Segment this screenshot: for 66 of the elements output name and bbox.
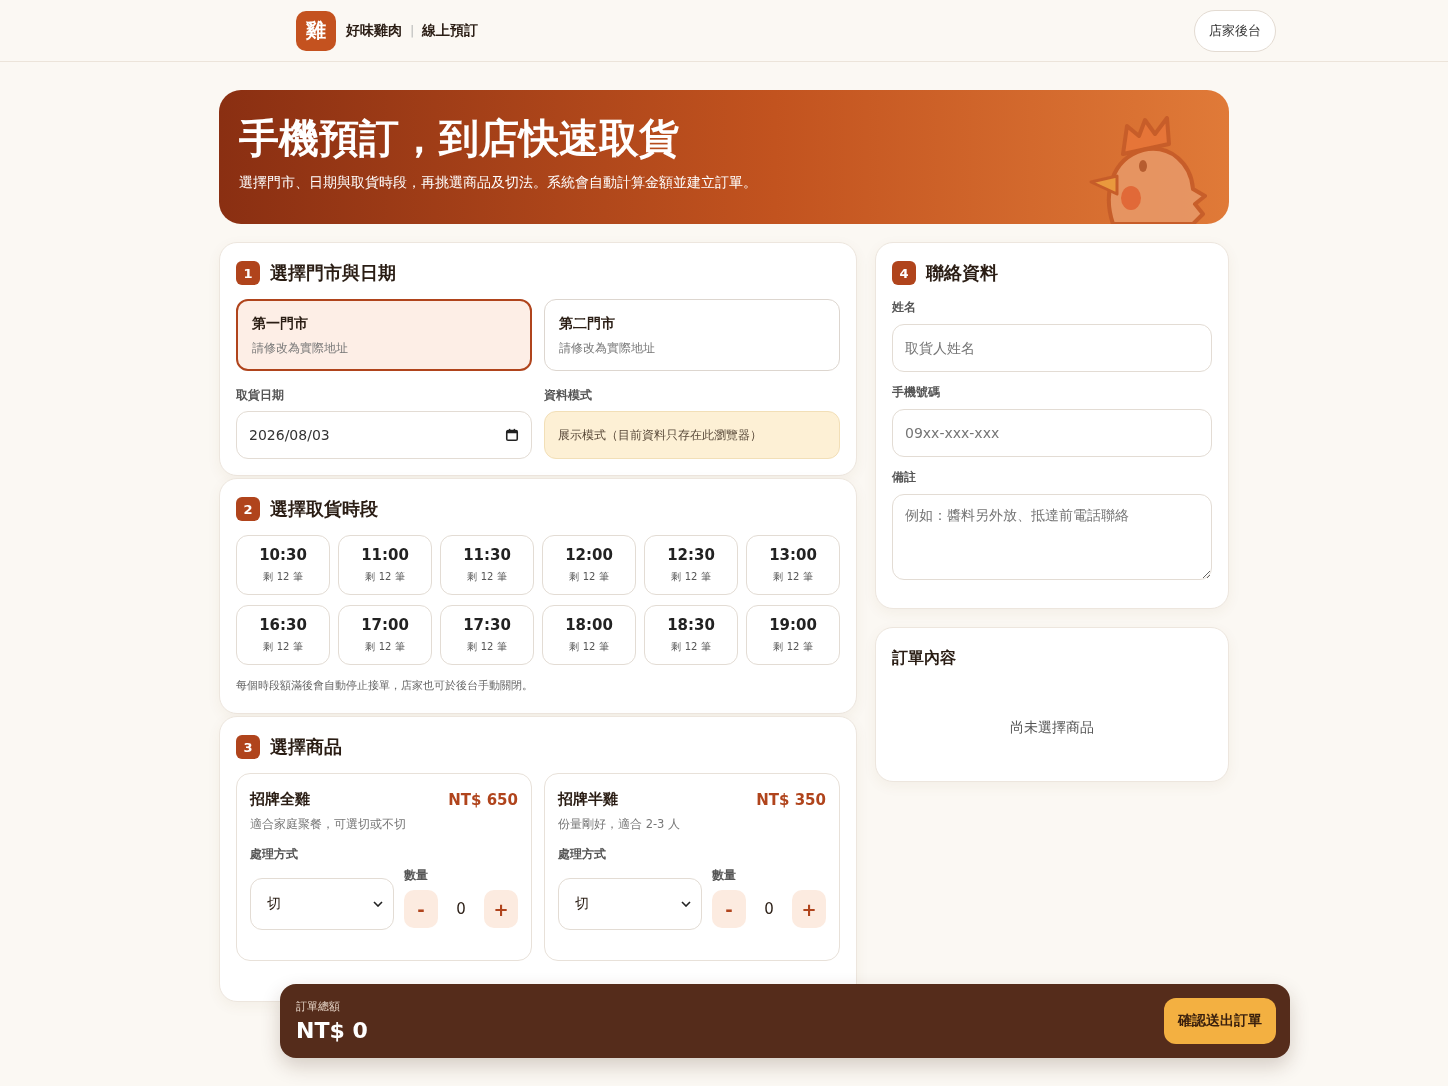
chevron-icon	[681, 901, 691, 907]
field-label: 資料模式	[544, 387, 593, 404]
section-title: 聯絡資料	[926, 261, 998, 285]
time-slot[interactable]: 17:30 剩 12 筆	[440, 605, 534, 665]
store-option[interactable]: 第二門市 請修改為實際地址	[544, 299, 840, 371]
minus-button[interactable]: -	[712, 890, 746, 928]
slot-note: 每個時段額滿後會自動停止接單，店家也可於後台手動關閉。	[236, 679, 534, 693]
time-slot[interactable]: 13:00 剩 12 筆	[746, 535, 840, 595]
quantity-value: 0	[763, 900, 775, 918]
chevron-icon	[373, 901, 383, 907]
admin-button[interactable]: 店家後台	[1194, 9, 1276, 52]
field-label: 姓名	[892, 299, 917, 316]
logo: 雞	[296, 10, 336, 51]
plus-button[interactable]: +	[792, 890, 826, 928]
mode-notice: 展示模式（目前資料只存在此瀏覽器）	[544, 411, 840, 459]
step-number: 2	[236, 497, 260, 521]
note-field[interactable]: 例如：醬料另外放、抵達前電話聯絡	[892, 494, 1212, 580]
text-field[interactable]: 取貨人姓名	[892, 324, 1212, 372]
time-slot[interactable]: 12:30 剩 12 筆	[644, 535, 738, 595]
step-number: 3	[236, 735, 260, 759]
date-field[interactable]: 2026/08/03	[236, 411, 532, 459]
product-price: NT$ 650	[448, 790, 518, 809]
method-select[interactable]: 切	[250, 878, 394, 930]
time-slot[interactable]: 11:00 剩 12 筆	[338, 535, 432, 595]
time-slot[interactable]: 19:00 剩 12 筆	[746, 605, 840, 665]
plus-button[interactable]: +	[484, 890, 518, 928]
time-slot[interactable]: 10:30 剩 12 筆	[236, 535, 330, 595]
field-label: 處理方式	[558, 846, 607, 863]
product-description: 份量剛好，適合 2-3 人	[558, 817, 682, 832]
divider-mark: |	[410, 23, 415, 38]
time-slot[interactable]: 12:00 剩 12 筆	[542, 535, 636, 595]
time-slot[interactable]: 18:00 剩 12 筆	[542, 605, 636, 665]
time-slot[interactable]: 17:00 剩 12 筆	[338, 605, 432, 665]
brand-name: 好味雞肉	[346, 21, 402, 40]
time-slot[interactable]: 16:30 剩 12 筆	[236, 605, 330, 665]
step-number: 1	[236, 261, 260, 285]
field-label: 數量	[712, 867, 737, 884]
total-label: 訂單總額	[296, 999, 341, 1014]
empty-message: 尚未選擇商品	[1009, 719, 1095, 737]
method-select[interactable]: 切	[558, 878, 702, 930]
calendar-icon[interactable]	[505, 428, 519, 442]
section-title: 選擇門市與日期	[270, 261, 396, 285]
field-label: 備註	[892, 469, 917, 486]
hero-subtitle: 選擇門市、日期與取貨時段，再挑選商品及切法。系統會自動計算金額並建立訂單。	[239, 174, 757, 192]
field-label: 數量	[404, 867, 429, 884]
quantity-value: 0	[455, 900, 467, 918]
product-name: 招牌半雞	[558, 790, 618, 809]
product-description: 適合家庭聚餐，可選切或不切	[250, 817, 407, 832]
section-title: 選擇取貨時段	[270, 497, 378, 521]
hero-title: 手機預訂，到店快速取貨	[239, 114, 680, 162]
store-option[interactable]: 第一門市 請修改為實際地址	[236, 299, 532, 371]
time-slot[interactable]: 18:30 剩 12 筆	[644, 605, 738, 665]
text-field[interactable]: 09xx-xxx-xxx	[892, 409, 1212, 457]
field-label: 手機號碼	[892, 384, 941, 401]
total-amount: NT$ 0	[296, 1018, 368, 1043]
product-price: NT$ 350	[756, 790, 826, 809]
time-slot[interactable]: 11:30 剩 12 筆	[440, 535, 534, 595]
field-label: 取貨日期	[236, 387, 285, 404]
summary-title: 訂單內容	[892, 648, 957, 669]
product-name: 招牌全雞	[250, 790, 310, 809]
field-label: 處理方式	[250, 846, 299, 863]
submit-button[interactable]: 確認送出訂單	[1164, 998, 1276, 1044]
section-title: 選擇商品	[270, 735, 342, 759]
minus-button[interactable]: -	[404, 890, 438, 928]
page-subtitle: 線上預訂	[422, 21, 479, 40]
step-number: 4	[892, 261, 916, 285]
